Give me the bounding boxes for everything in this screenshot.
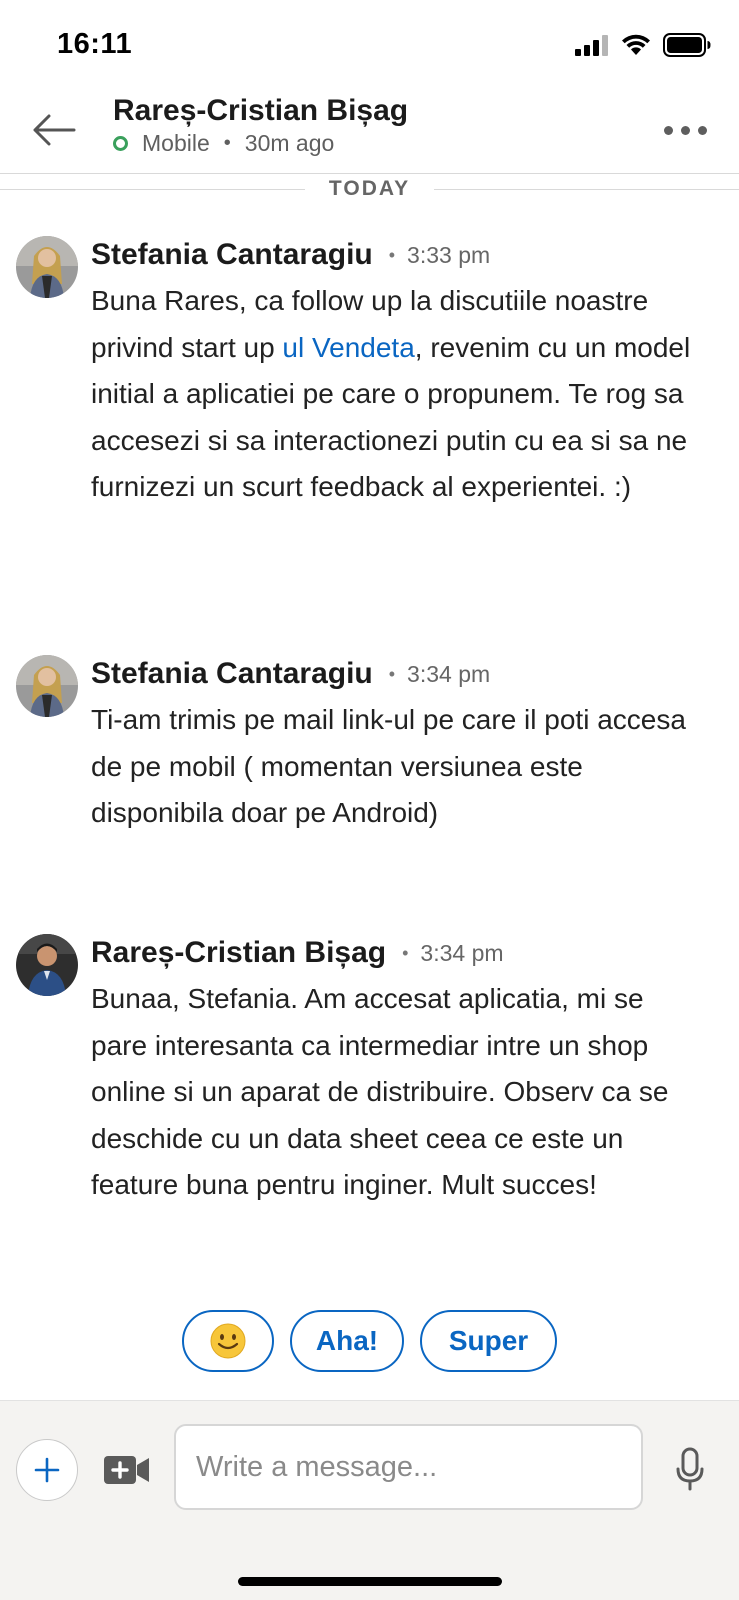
avatar-image: [16, 236, 78, 298]
quick-reply-aha-button[interactable]: Aha!: [290, 1310, 404, 1372]
message-item: Rareș-Cristian Bișag • 3:34 pm Bunaa, St…: [0, 934, 739, 1264]
battery-icon: [663, 33, 711, 57]
message-time: 3:34 pm: [407, 660, 491, 687]
message-text: Buna Rares, ca follow up la discutiile n…: [91, 278, 691, 511]
presence-label: Mobile: [142, 130, 210, 156]
header-separator: •: [388, 663, 396, 684]
signal-icon: [575, 35, 608, 56]
plus-icon: [34, 1457, 60, 1483]
presence-separator: •: [223, 132, 231, 154]
message-link[interactable]: ul Vendeta: [282, 332, 414, 363]
video-call-button[interactable]: [104, 1451, 150, 1489]
header-separator: •: [388, 244, 396, 265]
smiley-icon: [210, 1323, 246, 1359]
contact-name[interactable]: Rareș-Cristian Bișag: [113, 94, 408, 128]
more-options-button[interactable]: [657, 108, 713, 152]
more-options-icon: [663, 125, 673, 135]
back-button[interactable]: [30, 108, 78, 152]
add-attachment-button[interactable]: [16, 1439, 78, 1501]
message-time: 3:33 pm: [407, 241, 491, 268]
status-bar: 16:11: [0, 0, 739, 88]
online-status-icon: [113, 136, 128, 151]
message-item: Stefania Cantaragiu • 3:34 pm Ti-am trim…: [0, 655, 739, 895]
conversation-header: Rareș-Cristian Bișag Mobile • 30m ago: [0, 88, 739, 174]
sender-name[interactable]: Rareș-Cristian Bișag: [91, 936, 386, 970]
presence-status: Mobile • 30m ago: [113, 130, 334, 157]
avatar-image: [16, 655, 78, 717]
date-divider: TODAY: [0, 174, 739, 204]
status-icons: [575, 32, 711, 58]
home-indicator[interactable]: [238, 1577, 502, 1586]
back-arrow-icon: [33, 114, 76, 146]
message-text: Bunaa, Stefania. Am accesat aplicatia, m…: [91, 983, 669, 1201]
avatar[interactable]: [16, 934, 78, 996]
divider-line: [434, 188, 739, 190]
quick-reply-emoji-button[interactable]: [182, 1310, 274, 1372]
message-header: Rareș-Cristian Bișag • 3:34 pm: [91, 936, 504, 970]
sender-name[interactable]: Stefania Cantaragiu: [91, 238, 373, 272]
microphone-icon: [676, 1447, 704, 1491]
avatar[interactable]: [16, 236, 78, 298]
more-options-dot: [680, 125, 690, 135]
voice-message-button[interactable]: [675, 1447, 705, 1491]
message-composer: [0, 1400, 739, 1600]
video-camera-icon: [104, 1456, 149, 1484]
avatar[interactable]: [16, 655, 78, 717]
wifi-icon: [622, 34, 650, 55]
message-item: Stefania Cantaragiu • 3:33 pm Buna Rares…: [0, 236, 739, 616]
message-header: Stefania Cantaragiu • 3:33 pm: [91, 238, 490, 272]
message-text: Ti-am trimis pe mail link-ul pe care il …: [91, 704, 686, 829]
quick-reply-super-button[interactable]: Super: [420, 1310, 557, 1372]
sender-name[interactable]: Stefania Cantaragiu: [91, 657, 373, 691]
divider-line: [0, 188, 305, 190]
quick-replies: Aha! Super: [0, 1310, 739, 1372]
last-seen: 30m ago: [244, 130, 335, 156]
message-input[interactable]: [174, 1424, 643, 1510]
avatar-image: [16, 934, 78, 996]
header-separator: •: [402, 942, 409, 963]
more-options-dot: [697, 125, 707, 135]
message-time: 3:34 pm: [420, 939, 504, 966]
date-divider-label: TODAY: [328, 177, 411, 200]
message-header: Stefania Cantaragiu • 3:34 pm: [91, 657, 490, 691]
status-time: 16:11: [57, 28, 133, 60]
